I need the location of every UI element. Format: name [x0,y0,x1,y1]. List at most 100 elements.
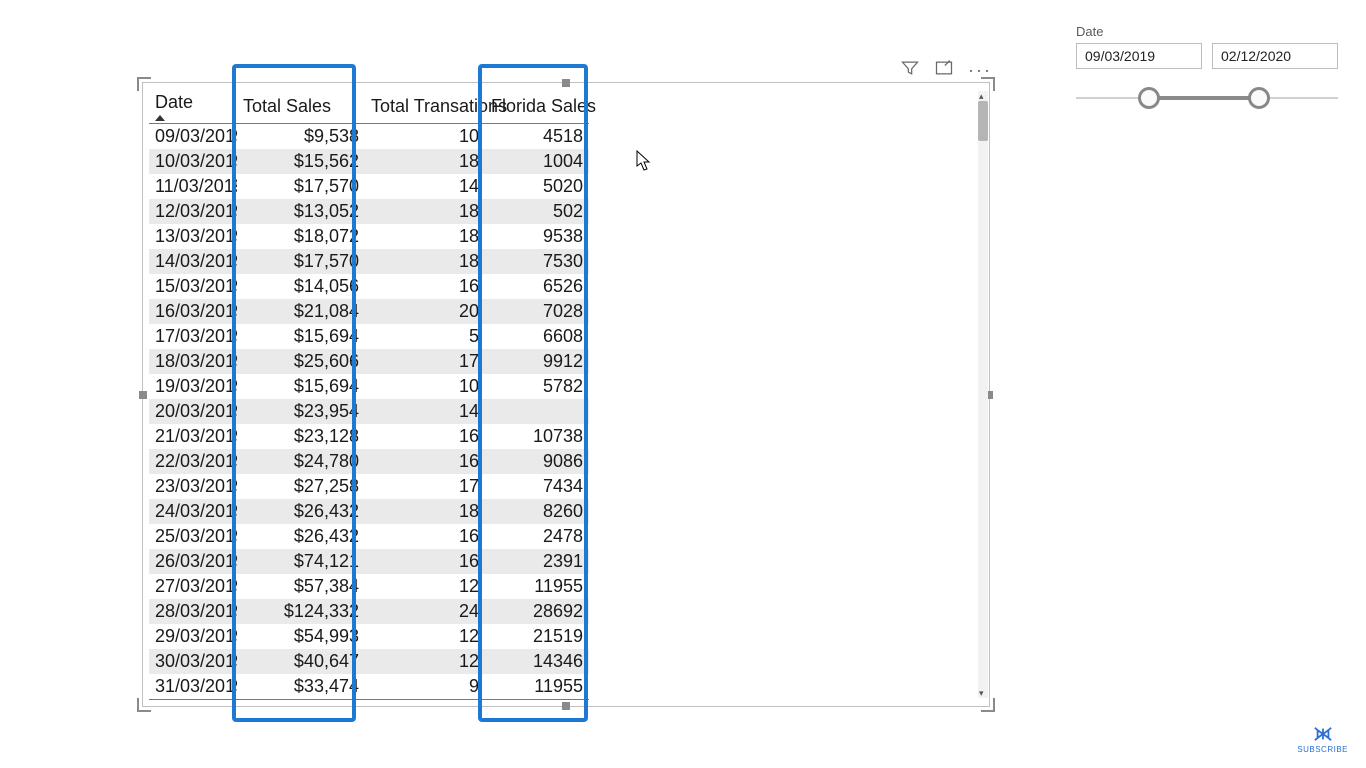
resize-handle[interactable] [562,702,570,710]
table-row[interactable]: 10/03/2019$15,562181004 [149,149,589,174]
resize-handle[interactable] [562,79,570,87]
date-slicer[interactable]: Date 09/03/2019 02/12/2020 [1076,24,1338,119]
focus-mode-icon[interactable] [934,58,954,83]
cell-florida-sales: 1004 [485,149,589,174]
cell-total-transactions: 18 [365,199,485,224]
cell-total-sales: $40,647 [237,649,365,674]
cell-florida-sales: 7530 [485,249,589,274]
total-florida: 4788141 [485,700,589,703]
cell-total-transactions: 5 [365,324,485,349]
cell-date: 12/03/2019 [149,199,237,224]
cell-florida-sales: 8260 [485,499,589,524]
cell-florida-sales: 9086 [485,449,589,474]
cell-date: 09/03/2019 [149,124,237,150]
vertical-scrollbar[interactable]: ▴ ▾ [978,91,988,698]
cell-total-sales: $26,432 [237,524,365,549]
cell-total-sales: $15,694 [237,324,365,349]
slider-thumb-start[interactable] [1138,87,1160,109]
table-row[interactable]: 18/03/2019$25,606179912 [149,349,589,374]
col-header-date[interactable]: Date [149,87,237,124]
table-row[interactable]: 15/03/2019$14,056166526 [149,274,589,299]
subscribe-watermark: SUBSCRIBE [1297,725,1348,754]
date-start-input[interactable]: 09/03/2019 [1076,43,1202,69]
cell-total-sales: $17,570 [237,249,365,274]
cell-total-transactions: 17 [365,349,485,374]
cell-date: 25/03/2019 [149,524,237,549]
slider-fill [1149,96,1259,100]
cell-total-transactions: 17 [365,474,485,499]
scroll-thumb[interactable] [978,101,988,141]
table-row[interactable]: 22/03/2019$24,780169086 [149,449,589,474]
resize-handle[interactable] [139,391,147,399]
table-row[interactable]: 24/03/2019$26,432188260 [149,499,589,524]
col-header-total-transactions[interactable]: Total Transations [365,87,485,124]
cell-date: 31/03/2019 [149,674,237,700]
cell-total-sales: $23,954 [237,399,365,424]
cell-total-transactions: 14 [365,174,485,199]
cell-date: 27/03/2019 [149,574,237,599]
cell-date: 10/03/2019 [149,149,237,174]
scroll-up-icon[interactable]: ▴ [979,92,987,100]
cell-total-sales: $15,562 [237,149,365,174]
table-row[interactable]: 16/03/2019$21,084207028 [149,299,589,324]
cell-date: 14/03/2019 [149,249,237,274]
cell-florida-sales: 4518 [485,124,589,150]
table-row[interactable]: 14/03/2019$17,570187530 [149,249,589,274]
table-row[interactable]: 13/03/2019$18,072189538 [149,224,589,249]
cell-total-transactions: 24 [365,599,485,624]
table-row[interactable]: 23/03/2019$27,258177434 [149,474,589,499]
table-row[interactable]: 29/03/2019$54,9931221519 [149,624,589,649]
table-row[interactable]: 25/03/2019$26,432162478 [149,524,589,549]
resize-corner[interactable] [981,698,995,712]
cell-florida-sales: 6526 [485,274,589,299]
table-row[interactable]: 21/03/2019$23,1281610738 [149,424,589,449]
data-table[interactable]: Date Total Sales Total Transations Flori… [149,87,589,702]
table-row[interactable]: 30/03/2019$40,6471214346 [149,649,589,674]
table-row[interactable]: 12/03/2019$13,05218502 [149,199,589,224]
table-row[interactable]: 26/03/2019$74,121162391 [149,549,589,574]
filter-icon[interactable] [900,58,920,83]
date-range-slider[interactable] [1076,79,1338,119]
cell-date: 19/03/2019 [149,374,237,399]
cell-florida-sales: 7028 [485,299,589,324]
cell-date: 23/03/2019 [149,474,237,499]
date-end-input[interactable]: 02/12/2020 [1212,43,1338,69]
cell-total-transactions: 16 [365,424,485,449]
cell-florida-sales: 6608 [485,324,589,349]
cell-total-sales: $21,084 [237,299,365,324]
cell-florida-sales: 11955 [485,674,589,700]
cell-date: 11/03/2019 [149,174,237,199]
cell-florida-sales: 9912 [485,349,589,374]
resize-corner[interactable] [981,77,995,91]
cell-total-transactions: 16 [365,274,485,299]
table-row[interactable]: 11/03/2019$17,570145020 [149,174,589,199]
table-row[interactable]: 28/03/2019$124,3322428692 [149,599,589,624]
table-visual[interactable]: Date Total Sales Total Transations Flori… [142,82,990,707]
cell-date: 30/03/2019 [149,649,237,674]
table-row[interactable]: 09/03/2019$9,538104518 [149,124,589,150]
col-header-florida-sales[interactable]: Florida Sales [485,87,589,124]
cell-total-transactions: 12 [365,624,485,649]
slider-thumb-end[interactable] [1248,87,1270,109]
cell-total-sales: $27,258 [237,474,365,499]
cell-total-sales: $54,993 [237,624,365,649]
cell-florida-sales: 28692 [485,599,589,624]
table-row[interactable]: 19/03/2019$15,694105782 [149,374,589,399]
col-header-total-sales[interactable]: Total Sales [237,87,365,124]
cell-date: 24/03/2019 [149,499,237,524]
table-row[interactable]: 31/03/2019$33,474911955 [149,674,589,700]
cell-florida-sales: 14346 [485,649,589,674]
table-row[interactable]: 17/03/2019$15,69456608 [149,324,589,349]
table-row[interactable]: 27/03/2019$57,3841211955 [149,574,589,599]
cell-total-transactions: 18 [365,249,485,274]
cell-date: 17/03/2019 [149,324,237,349]
header-label: Date [155,92,193,112]
cell-total-transactions: 12 [365,649,485,674]
cell-total-transactions: 10 [365,374,485,399]
total-sales: $19,216,255 [237,700,365,703]
cell-total-sales: $15,694 [237,374,365,399]
cell-date: 26/03/2019 [149,549,237,574]
cell-total-transactions: 16 [365,449,485,474]
scroll-down-icon[interactable]: ▾ [979,689,987,697]
table-row[interactable]: 20/03/2019$23,95414 [149,399,589,424]
